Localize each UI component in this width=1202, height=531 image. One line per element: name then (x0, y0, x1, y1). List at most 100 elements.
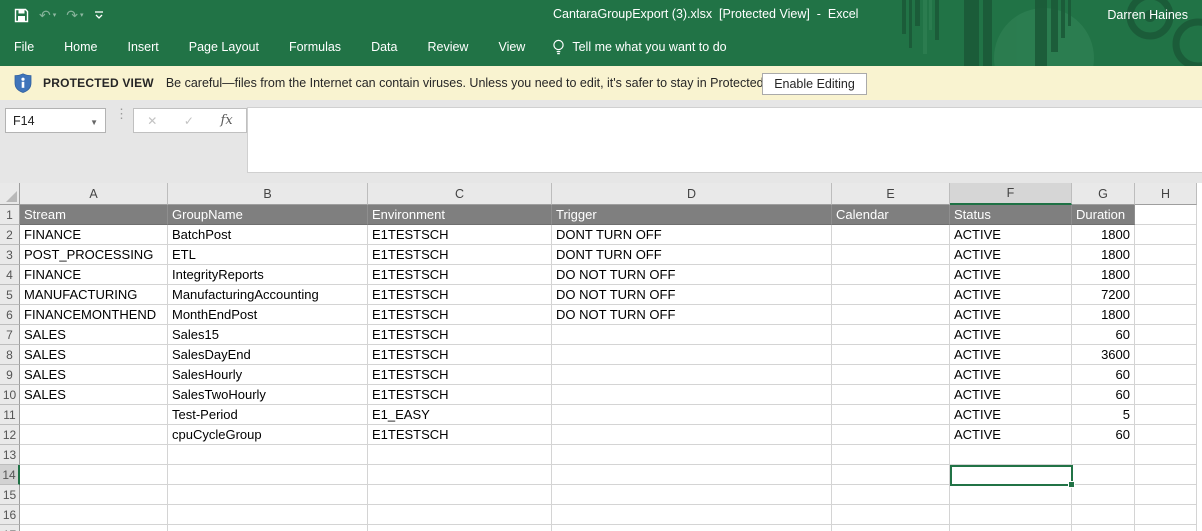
cell-H6[interactable] (1135, 305, 1197, 325)
cell-H14[interactable] (1135, 465, 1197, 485)
row-header-9[interactable]: 9 (0, 365, 20, 385)
cell-H8[interactable] (1135, 345, 1197, 365)
row-header-16[interactable]: 16 (0, 505, 20, 525)
cell-A9[interactable]: SALES (20, 365, 168, 385)
cell-G15[interactable] (1072, 485, 1135, 505)
cell-F3[interactable]: ACTIVE (950, 245, 1072, 265)
redo-button[interactable]: ↷▾ (66, 8, 83, 22)
cell-F17[interactable] (950, 525, 1072, 531)
cell-H17[interactable] (1135, 525, 1197, 531)
column-header-F[interactable]: F (950, 183, 1072, 205)
cell-G9[interactable]: 60 (1072, 365, 1135, 385)
row-header-7[interactable]: 7 (0, 325, 20, 345)
row-header-11[interactable]: 11 (0, 405, 20, 425)
cell-D5[interactable]: DO NOT TURN OFF (552, 285, 832, 305)
cell-H7[interactable] (1135, 325, 1197, 345)
cell-C12[interactable]: E1TESTSCH (368, 425, 552, 445)
row-header-4[interactable]: 4 (0, 265, 20, 285)
cell-F8[interactable]: ACTIVE (950, 345, 1072, 365)
row-header-6[interactable]: 6 (0, 305, 20, 325)
cell-F7[interactable]: ACTIVE (950, 325, 1072, 345)
cell-G2[interactable]: 1800 (1072, 225, 1135, 245)
cell-E17[interactable] (832, 525, 950, 531)
cell-C15[interactable] (368, 485, 552, 505)
cell-G14[interactable] (1072, 465, 1135, 485)
cell-E16[interactable] (832, 505, 950, 525)
cell-F12[interactable]: ACTIVE (950, 425, 1072, 445)
cell-B17[interactable] (168, 525, 368, 531)
cell-E5[interactable] (832, 285, 950, 305)
cell-F16[interactable] (950, 505, 1072, 525)
cell-B1[interactable]: GroupName (168, 205, 368, 225)
cell-F13[interactable] (950, 445, 1072, 465)
cell-D7[interactable] (552, 325, 832, 345)
column-header-G[interactable]: G (1072, 183, 1135, 205)
cell-D12[interactable] (552, 425, 832, 445)
tab-page-layout[interactable]: Page Layout (174, 35, 274, 59)
cell-G3[interactable]: 1800 (1072, 245, 1135, 265)
cell-E6[interactable] (832, 305, 950, 325)
cell-A3[interactable]: POST_PROCESSING (20, 245, 168, 265)
cell-A15[interactable] (20, 485, 168, 505)
cell-E3[interactable] (832, 245, 950, 265)
cell-B9[interactable]: SalesHourly (168, 365, 368, 385)
cell-B8[interactable]: SalesDayEnd (168, 345, 368, 365)
tell-me-box[interactable]: Tell me what you want to do (540, 34, 738, 60)
cell-B3[interactable]: ETL (168, 245, 368, 265)
cell-D6[interactable]: DO NOT TURN OFF (552, 305, 832, 325)
cell-F14[interactable] (950, 465, 1072, 485)
cell-C13[interactable] (368, 445, 552, 465)
cell-H12[interactable] (1135, 425, 1197, 445)
cell-E11[interactable] (832, 405, 950, 425)
cell-B11[interactable]: Test-Period (168, 405, 368, 425)
cell-B7[interactable]: Sales15 (168, 325, 368, 345)
undo-button[interactable]: ↶▾ (39, 8, 56, 22)
cell-D15[interactable] (552, 485, 832, 505)
cell-H1[interactable] (1135, 205, 1197, 225)
cell-F1[interactable]: Status (950, 205, 1072, 225)
cell-C3[interactable]: E1TESTSCH (368, 245, 552, 265)
cell-G11[interactable]: 5 (1072, 405, 1135, 425)
cell-H13[interactable] (1135, 445, 1197, 465)
cell-D13[interactable] (552, 445, 832, 465)
undo-dropdown-icon[interactable]: ▾ (53, 12, 57, 19)
cell-C5[interactable]: E1TESTSCH (368, 285, 552, 305)
enable-editing-button[interactable]: Enable Editing (762, 73, 867, 95)
column-header-D[interactable]: D (552, 183, 832, 205)
cell-E8[interactable] (832, 345, 950, 365)
cell-D8[interactable] (552, 345, 832, 365)
cell-B16[interactable] (168, 505, 368, 525)
cell-B6[interactable]: MonthEndPost (168, 305, 368, 325)
cancel-icon[interactable]: ✕ (147, 114, 157, 128)
signed-in-user[interactable]: Darren Haines (1107, 8, 1188, 22)
cell-H2[interactable] (1135, 225, 1197, 245)
cell-B14[interactable] (168, 465, 368, 485)
tab-view[interactable]: View (483, 35, 540, 59)
tab-insert[interactable]: Insert (113, 35, 174, 59)
cell-D3[interactable]: DONT TURN OFF (552, 245, 832, 265)
cell-D10[interactable] (552, 385, 832, 405)
cell-C4[interactable]: E1TESTSCH (368, 265, 552, 285)
cell-E4[interactable] (832, 265, 950, 285)
column-header-B[interactable]: B (168, 183, 368, 205)
customize-qat-button[interactable] (94, 10, 104, 20)
row-header-8[interactable]: 8 (0, 345, 20, 365)
column-header-H[interactable]: H (1135, 183, 1197, 205)
column-header-A[interactable]: A (20, 183, 168, 205)
cell-G1[interactable]: Duration (1072, 205, 1135, 225)
save-button[interactable] (14, 8, 29, 23)
column-header-E[interactable]: E (832, 183, 950, 205)
row-header-3[interactable]: 3 (0, 245, 20, 265)
cell-D16[interactable] (552, 505, 832, 525)
cell-D11[interactable] (552, 405, 832, 425)
cell-D14[interactable] (552, 465, 832, 485)
cell-H11[interactable] (1135, 405, 1197, 425)
redo-dropdown-icon[interactable]: ▾ (80, 12, 84, 19)
cell-G7[interactable]: 60 (1072, 325, 1135, 345)
row-header-12[interactable]: 12 (0, 425, 20, 445)
cell-G8[interactable]: 3600 (1072, 345, 1135, 365)
cell-E12[interactable] (832, 425, 950, 445)
cell-E7[interactable] (832, 325, 950, 345)
row-header-15[interactable]: 15 (0, 485, 20, 505)
cell-A10[interactable]: SALES (20, 385, 168, 405)
